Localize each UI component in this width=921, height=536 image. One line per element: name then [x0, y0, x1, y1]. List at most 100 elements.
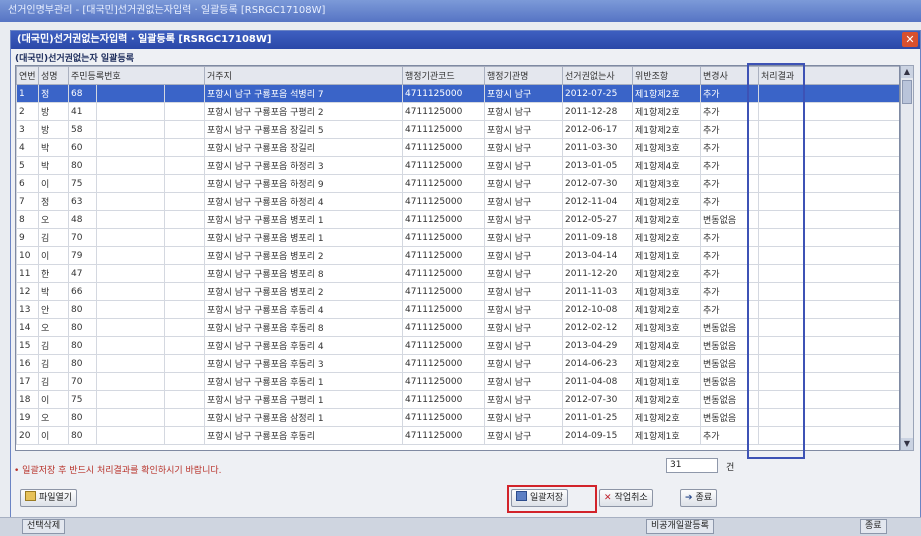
table-row[interactable]: 11 한 47 포항시 남구 구룡포읍 병포리 8 4711125000 포항시 남구 20… — [16, 264, 899, 283]
cell-rrn: 80 — [68, 300, 97, 319]
cell-date: 2014-06-23 — [562, 354, 634, 373]
cell-rrn: 58 — [68, 120, 97, 139]
cell-address: 포항시 남구 구룡포읍 후동리 4 — [204, 300, 404, 319]
cell-result — [758, 300, 899, 319]
cell-result — [758, 372, 899, 391]
cell-rrn-masked — [163, 372, 206, 391]
cell-change: 변동없음 — [700, 372, 760, 391]
cell-address: 포항시 남구 구룡포읍 병포리 2 — [204, 282, 404, 301]
cell-result — [758, 210, 899, 229]
dialog-titlebar[interactable]: (대국민)선거권없는자입력 · 일괄등록 [RSRGC17108W] ✕ — [11, 31, 920, 49]
private-batch-button[interactable]: 비공개일괄등록 — [646, 519, 714, 534]
cell-no: 10 — [16, 246, 39, 265]
cell-change: 변동없음 — [700, 408, 760, 427]
cell-rrn-masked — [96, 372, 165, 391]
col-header-law[interactable]: 위반조항 — [632, 66, 702, 85]
cell-rrn: 60 — [68, 138, 97, 157]
cell-no: 3 — [16, 120, 39, 139]
col-header-name[interactable]: 성명 — [38, 66, 69, 85]
cell-address: 포항시 남구 구룡포읍 장길리 — [204, 138, 404, 157]
table-row[interactable]: 10 이 79 포항시 남구 구룡포읍 병포리 2 4711125000 포항시 남구 20… — [16, 246, 899, 265]
table-row[interactable]: 9 김 70 포항시 남구 구룡포읍 병포리 1 4711125000 포항시 남구 201… — [16, 228, 899, 247]
exit-icon: ➔ — [685, 493, 693, 503]
cell-rrn-masked — [96, 228, 165, 247]
table-row[interactable]: 14 오 80 포항시 남구 구룡포읍 후동리 8 4711125000 포항시 남구 20… — [16, 318, 899, 337]
cell-rrn-masked — [163, 246, 206, 265]
cell-org-code: 4711125000 — [402, 264, 486, 283]
cell-result — [758, 192, 899, 211]
scroll-thumb[interactable] — [902, 80, 912, 104]
cell-rrn: 48 — [68, 210, 97, 229]
vertical-scrollbar[interactable]: ▲ ▼ — [900, 65, 914, 451]
cell-no: 9 — [16, 228, 39, 247]
cell-rrn-masked — [96, 192, 165, 211]
save-icon — [516, 491, 527, 501]
save-all-button[interactable]: 일괄저장 — [511, 489, 569, 507]
table-row[interactable]: 8 오 48 포항시 남구 구룡포읍 병포리 1 4711125000 포항시 남구 201… — [16, 210, 899, 229]
toolbar-exit-button[interactable]: 종료 — [860, 519, 887, 534]
cell-result — [758, 426, 899, 445]
cell-rrn: 80 — [68, 408, 97, 427]
table-row[interactable]: 12 박 66 포항시 남구 구룡포읍 병포리 2 4711125000 포항시 남구 20… — [16, 282, 899, 301]
col-header-change[interactable]: 변경사 — [700, 66, 760, 85]
cell-date: 2013-01-05 — [562, 156, 634, 175]
cell-org-name: 포항시 남구 — [484, 408, 564, 427]
voter-grid[interactable]: 연번 성명 주민등록번호 거주지 행정기관코드 행정기관명 선거권없는사 위반조… — [15, 65, 900, 451]
table-row[interactable]: 5 박 80 포항시 남구 구룡포읍 하정리 3 4711125000 포항시 남구 201… — [16, 156, 899, 175]
cell-address: 포항시 남구 구룡포읍 후동리 1 — [204, 372, 404, 391]
close-icon[interactable]: ✕ — [902, 32, 918, 47]
cell-result — [758, 120, 899, 139]
cell-address: 포항시 남구 구룡포읍 병포리 1 — [204, 228, 404, 247]
exit-button[interactable]: ➔ 종료 — [680, 489, 718, 507]
table-row[interactable]: 3 방 58 포항시 남구 구룡포읍 장길리 5 4711125000 포항시 남구 201… — [16, 120, 899, 139]
table-row[interactable]: 20 이 80 포항시 남구 구룡포읍 후동리 4711125000 포항시 남구 2014… — [16, 426, 899, 445]
cell-org-code: 4711125000 — [402, 408, 486, 427]
cell-rrn-masked — [96, 318, 165, 337]
cell-result — [758, 336, 899, 355]
cell-no: 14 — [16, 318, 39, 337]
scroll-down-icon[interactable]: ▼ — [901, 438, 913, 450]
cell-rrn-masked — [163, 156, 206, 175]
table-row[interactable]: 19 오 80 포항시 남구 구룡포읍 삼정리 1 4711125000 포항시 남구 20… — [16, 408, 899, 427]
cell-org-name: 포항시 남구 — [484, 354, 564, 373]
cell-change: 추가 — [700, 264, 760, 283]
cell-org-name: 포항시 남구 — [484, 156, 564, 175]
cell-date: 2012-07-30 — [562, 390, 634, 409]
cell-rrn: 70 — [68, 372, 97, 391]
col-header-no[interactable]: 연번 — [16, 66, 39, 85]
col-header-result[interactable]: 처리결과 — [758, 66, 899, 85]
batch-register-dialog: (대국민)선거권없는자입력 · 일괄등록 [RSRGC17108W] ✕ (대국… — [10, 30, 921, 522]
cell-rrn-masked — [96, 282, 165, 301]
cell-rrn-masked — [96, 210, 165, 229]
cell-law: 제1항제2호 — [632, 390, 702, 409]
cell-no: 17 — [16, 372, 39, 391]
table-row[interactable]: 17 김 70 포항시 남구 구룡포읍 후동리 1 4711125000 포항시 남구 20… — [16, 372, 899, 391]
col-header-org-code[interactable]: 행정기관코드 — [402, 66, 486, 85]
cell-org-name: 포항시 남구 — [484, 300, 564, 319]
table-row[interactable]: 15 김 80 포항시 남구 구룡포읍 후동리 4 4711125000 포항시 남구 20… — [16, 336, 899, 355]
table-row[interactable]: 7 정 63 포항시 남구 구룡포읍 하정리 4 4711125000 포항시 남구 201… — [16, 192, 899, 211]
col-header-rrn[interactable]: 주민등록번호 — [67, 66, 206, 85]
open-file-button[interactable]: 파일열기 — [20, 489, 78, 507]
table-row[interactable]: 6 이 75 포항시 남구 구룡포읍 하정리 9 4711125000 포항시 남구 201… — [16, 174, 899, 193]
table-row[interactable]: 1 정 68 포항시 남구 구룡포읍 석병리 7 4711125000 포항시 남구 201… — [16, 84, 899, 103]
cell-law: 제1항제2호 — [632, 264, 702, 283]
delete-selected-button[interactable]: 선택삭제 — [22, 519, 66, 534]
cell-org-name: 포항시 남구 — [484, 174, 564, 193]
scroll-up-icon[interactable]: ▲ — [901, 66, 913, 78]
col-header-date[interactable]: 선거권없는사 — [562, 66, 634, 85]
cell-rrn-masked — [163, 120, 206, 139]
col-header-org-name[interactable]: 행정기관명 — [484, 66, 564, 85]
table-row[interactable]: 4 박 60 포항시 남구 구룡포읍 장길리 4711125000 포항시 남구 2011-… — [16, 138, 899, 157]
table-row[interactable]: 16 김 80 포항시 남구 구룡포읍 후동리 3 4711125000 포항시 남구 20… — [16, 354, 899, 373]
col-header-address[interactable]: 거주지 — [204, 66, 404, 85]
cell-rrn-masked — [163, 138, 206, 157]
cancel-button[interactable]: ✕ 작업취소 — [599, 489, 653, 507]
table-row[interactable]: 13 안 80 포항시 남구 구룡포읍 후동리 4 4711125000 포항시 남구 20… — [16, 300, 899, 319]
cell-change: 추가 — [700, 120, 760, 139]
cell-rrn: 66 — [68, 282, 97, 301]
cell-address: 포항시 남구 구룡포읍 후동리 3 — [204, 354, 404, 373]
cell-name: 박 — [38, 138, 69, 157]
table-row[interactable]: 2 방 41 포항시 남구 구룡포읍 구평리 2 4711125000 포항시 남구 201… — [16, 102, 899, 121]
table-row[interactable]: 18 이 75 포항시 남구 구룡포읍 구평리 1 4711125000 포항시 남구 20… — [16, 390, 899, 409]
